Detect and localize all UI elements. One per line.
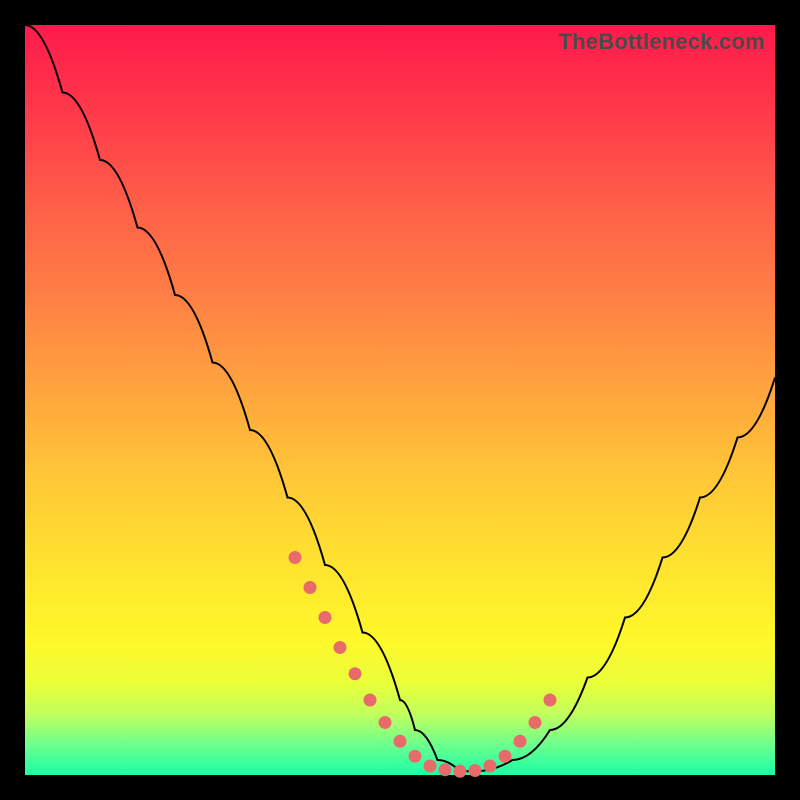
highlight-dot: [379, 716, 392, 729]
plot-area: TheBottleneck.com: [25, 25, 775, 775]
highlight-dot: [514, 735, 527, 748]
chart-frame: TheBottleneck.com: [0, 0, 800, 800]
highlight-dot: [424, 760, 437, 773]
highlight-dot: [484, 760, 497, 773]
highlight-dot: [409, 750, 422, 763]
highlight-dot: [319, 611, 332, 624]
highlight-dot: [364, 694, 377, 707]
highlight-dot: [529, 716, 542, 729]
highlight-dot: [289, 551, 302, 564]
bottleneck-curve: [25, 25, 775, 771]
highlight-dot: [334, 641, 347, 654]
highlight-dot: [349, 667, 362, 680]
highlight-dot: [469, 764, 482, 777]
highlight-dot: [394, 735, 407, 748]
highlight-dots: [289, 551, 557, 778]
highlight-dot: [439, 763, 452, 776]
curve-svg: [25, 25, 775, 775]
highlight-dot: [454, 765, 467, 778]
highlight-dot: [544, 694, 557, 707]
highlight-dot: [304, 581, 317, 594]
highlight-dot: [499, 750, 512, 763]
